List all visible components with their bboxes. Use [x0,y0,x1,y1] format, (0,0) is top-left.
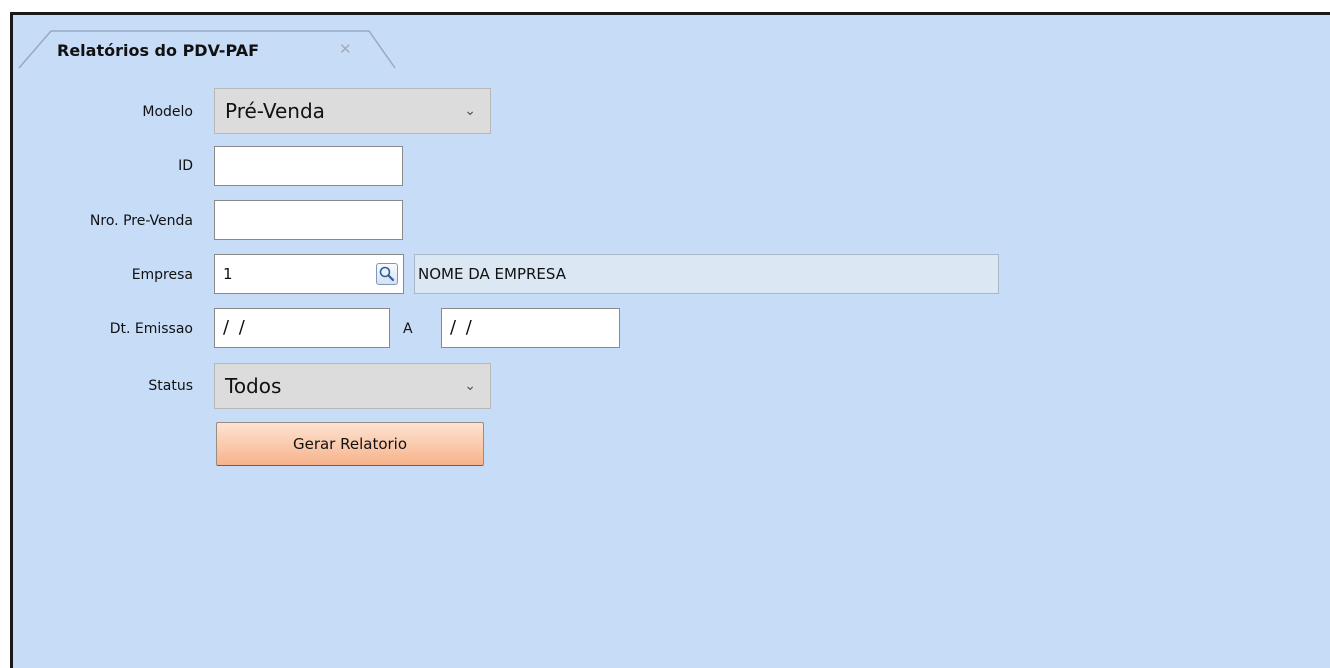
chevron-down-icon: ⌄ [464,103,476,119]
dt-emissao-from-input[interactable]: / / [214,308,390,348]
close-icon[interactable]: ✕ [339,40,352,58]
modelo-select[interactable]: Pré-Venda ⌄ [214,88,491,134]
chevron-down-icon: ⌄ [464,378,476,394]
empresa-search-button[interactable] [376,263,398,285]
empresa-name-field: NOME DA EMPRESA [414,254,999,294]
gerar-relatorio-button[interactable]: Gerar Relatorio [216,422,484,466]
dt-emissao-separator: A [403,321,413,337]
id-input[interactable] [214,146,403,186]
id-label: ID [178,158,193,174]
search-icon [379,266,395,282]
empresa-label: Empresa [131,267,193,283]
status-value: Todos [225,374,282,398]
status-label: Status [148,378,193,394]
nro-pre-venda-input[interactable] [214,200,403,240]
status-select[interactable]: Todos ⌄ [214,363,491,409]
modelo-label: Modelo [142,104,193,120]
tab-title: Relatórios do PDV-PAF [57,41,260,60]
tab-relatorios[interactable]: Relatórios do PDV-PAF ✕ [17,29,397,69]
nro-pre-venda-label: Nro. Pre-Venda [89,213,193,229]
modelo-value: Pré-Venda [225,99,325,123]
empresa-code: 1 [223,265,233,283]
dt-emissao-label: Dt. Emissao [109,321,193,337]
dt-emissao-to-input[interactable]: / / [441,308,620,348]
report-window: Relatórios do PDV-PAF ✕ Modelo Pré-Venda… [10,12,1330,668]
